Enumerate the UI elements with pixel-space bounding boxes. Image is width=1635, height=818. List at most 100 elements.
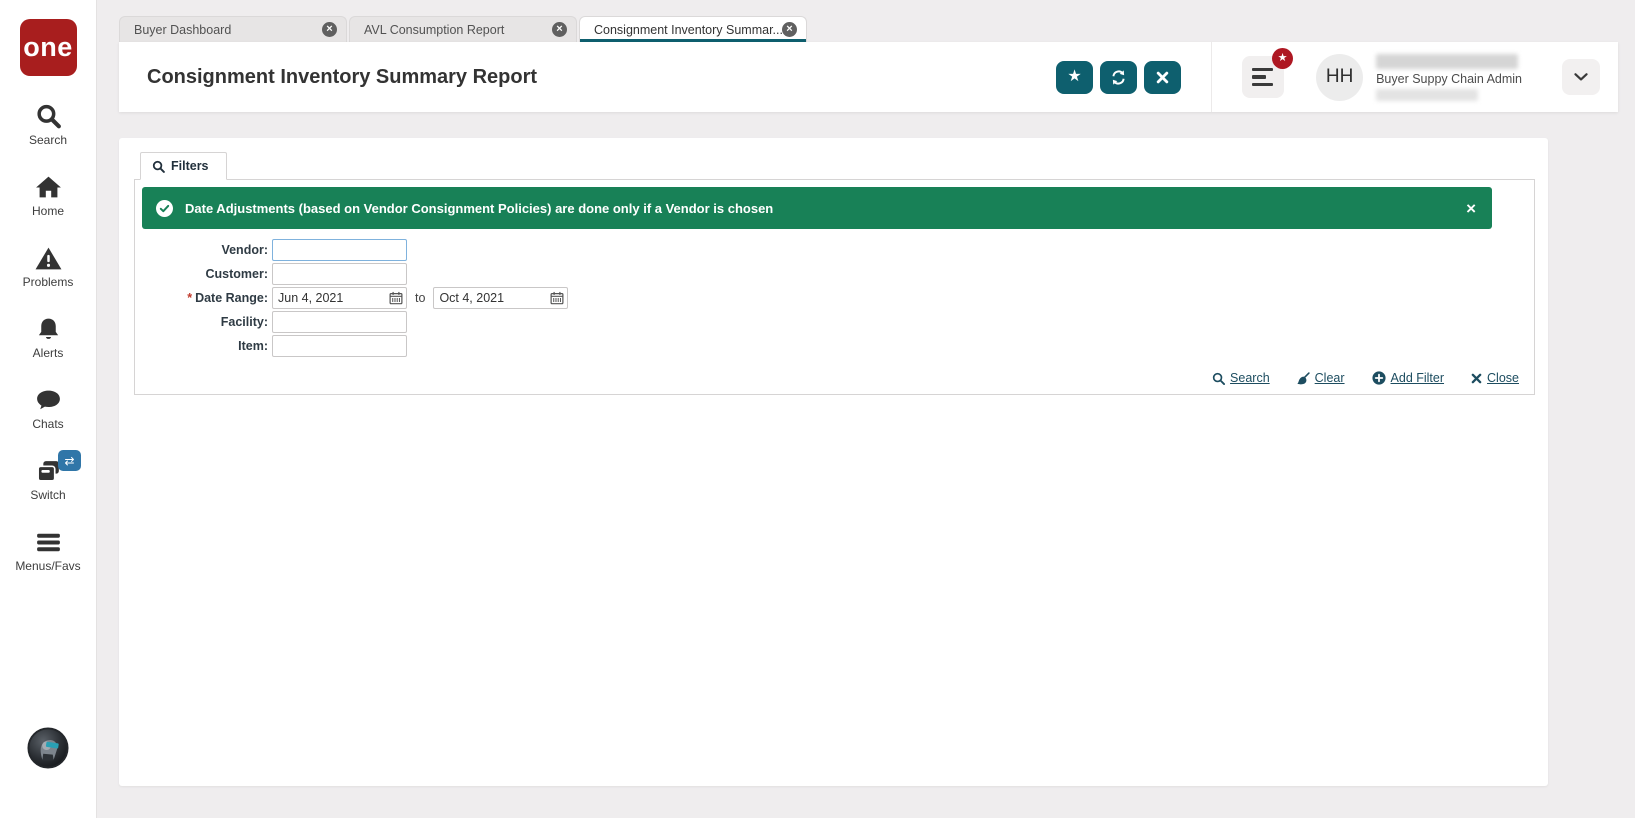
sidebar-item-chats[interactable]: Chats	[0, 386, 96, 431]
sidebar-item-switch[interactable]: Switch ⇄	[0, 450, 96, 502]
redacted-user-org	[1376, 88, 1479, 101]
info-banner: Date Adjustments (based on Vendor Consig…	[142, 187, 1492, 229]
redacted-user-name	[1376, 53, 1519, 69]
switch-arrows-icon: ⇄	[64, 453, 75, 468]
search-link[interactable]: Search	[1212, 371, 1270, 385]
customer-label: Customer:	[205, 267, 268, 281]
refresh-button[interactable]	[1100, 60, 1138, 94]
tab-close-icon[interactable]: ×	[782, 22, 797, 37]
user-menu-dropdown-button[interactable]	[1562, 59, 1600, 95]
tab-close-icon[interactable]: ×	[322, 22, 337, 37]
warning-triangle-icon	[34, 244, 63, 273]
sidebar-item-problems[interactable]: Problems	[0, 244, 96, 289]
user-role: Buyer Suppy Chain Admin	[1376, 71, 1522, 86]
date-from-wrapper	[272, 287, 407, 309]
form-row-facility: Facility:	[135, 310, 1534, 334]
favorite-button[interactable]: ★	[1056, 60, 1094, 94]
form-row-vendor: Vendor:	[135, 238, 1534, 262]
sidebar-item-label: Chats	[32, 417, 64, 431]
chevron-down-icon	[1574, 73, 1588, 81]
tab-buyer-dashboard[interactable]: Buyer Dashboard ×	[119, 16, 347, 42]
menu-bar	[1252, 67, 1274, 72]
sidebar: one Search Home Problems Alerts Chats Sw…	[0, 0, 97, 818]
menu-bar	[1252, 82, 1274, 87]
close-report-button[interactable]	[1144, 60, 1182, 94]
star-icon: ★	[1277, 52, 1288, 64]
tab-avl-consumption-report[interactable]: AVL Consumption Report ×	[349, 16, 577, 42]
search-icon	[152, 160, 165, 173]
banner-close-icon[interactable]: ×	[1466, 200, 1476, 217]
calendar-icon[interactable]	[550, 291, 564, 305]
workspace-tabstrip: Buyer Dashboard × AVL Consumption Report…	[97, 0, 1635, 43]
sidebar-item-home[interactable]: Home	[0, 173, 96, 218]
form-row-customer: Customer:	[135, 262, 1534, 286]
close-link[interactable]: Close	[1471, 371, 1519, 385]
calendar-icon[interactable]	[389, 291, 403, 305]
tab-consignment-inventory-summary[interactable]: Consignment Inventory Summar... ×	[579, 16, 807, 43]
search-link-label: Search	[1230, 371, 1270, 385]
close-x-icon	[1471, 373, 1482, 384]
page-title: Consignment Inventory Summary Report	[147, 65, 538, 88]
tab-label: Consignment Inventory Summar...	[594, 22, 782, 37]
sidebar-item-search[interactable]: Search	[0, 102, 96, 147]
one-logo-text: one	[23, 32, 73, 62]
item-input[interactable]	[272, 335, 407, 357]
facility-label: Facility:	[220, 315, 268, 329]
sidebar-item-label: Menus/Favs	[15, 559, 81, 573]
favorites-badge: ★	[1272, 48, 1294, 69]
refresh-icon	[1110, 69, 1127, 86]
filters-tab-label: Filters	[171, 159, 209, 173]
assistant-avatar[interactable]	[27, 727, 69, 769]
sidebar-item-label: Problems	[22, 275, 74, 289]
date-range-label: * Date Range:	[135, 291, 272, 305]
star-icon: ★	[1067, 68, 1082, 85]
filters-panel: Date Adjustments (based on Vendor Consig…	[134, 179, 1535, 395]
chat-bubble-icon	[34, 386, 63, 415]
sidebar-nav: Search Home Problems Alerts Chats Switch…	[0, 102, 96, 573]
item-label: Item:	[238, 339, 268, 353]
vendor-input[interactable]	[272, 239, 407, 261]
search-icon	[34, 102, 63, 131]
plus-circle-icon	[1371, 371, 1386, 385]
tab-label: AVL Consumption Report	[364, 22, 505, 37]
report-content-panel: Filters Date Adjustments (based on Vendo…	[119, 138, 1548, 786]
date-to-input[interactable]	[433, 287, 569, 309]
quick-menu-button[interactable]: ★	[1242, 48, 1294, 98]
header-divider	[1211, 42, 1213, 112]
banner-message: Date Adjustments (based on Vendor Consig…	[185, 200, 774, 216]
sidebar-item-menus-favs[interactable]: Menus/Favs	[0, 528, 96, 573]
form-row-date-range: *Date Range: to	[135, 286, 1534, 310]
home-icon	[34, 173, 63, 202]
page-header: Consignment Inventory Summary Report ★ ★…	[119, 42, 1618, 112]
sidebar-item-alerts[interactable]: Alerts	[0, 315, 96, 360]
date-range-label-text: Date Range:	[195, 291, 268, 305]
clear-link-label: Clear	[1314, 371, 1345, 385]
customer-input[interactable]	[272, 263, 407, 285]
filter-actions: Search Clear Add Filter Close	[135, 371, 1534, 394]
date-from-input[interactable]	[272, 287, 407, 309]
check-circle-icon	[156, 199, 173, 217]
tab-close-icon[interactable]: ×	[552, 22, 567, 37]
vendor-label: Vendor:	[221, 243, 268, 257]
user-avatar[interactable]: HH	[1316, 53, 1364, 101]
add-filter-link[interactable]: Add Filter	[1371, 371, 1444, 385]
sidebar-item-label: Switch	[30, 488, 66, 502]
sidebar-item-label: Search	[28, 133, 68, 147]
one-logo[interactable]: one	[19, 19, 77, 76]
broom-icon	[1297, 371, 1310, 385]
user-initials: HH	[1325, 66, 1354, 87]
required-marker: *	[187, 291, 193, 305]
close-link-label: Close	[1487, 371, 1519, 385]
facility-input[interactable]	[272, 311, 407, 333]
sidebar-item-label: Alerts	[32, 346, 64, 360]
menu-bar	[1252, 75, 1267, 79]
close-icon	[1156, 71, 1169, 84]
filters-tab[interactable]: Filters	[140, 152, 227, 180]
switch-arrows-badge[interactable]: ⇄	[58, 450, 81, 471]
tab-label: Buyer Dashboard	[134, 22, 232, 37]
bell-icon	[34, 315, 63, 344]
clear-link[interactable]: Clear	[1297, 371, 1345, 385]
date-to-wrapper	[433, 287, 569, 309]
form-row-item: Item:	[135, 334, 1534, 358]
sidebar-item-label: Home	[31, 204, 64, 218]
